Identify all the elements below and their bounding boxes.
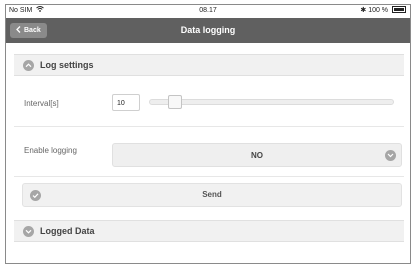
battery-percent: 100 % bbox=[368, 7, 389, 14]
bluetooth-icon: ✱ bbox=[360, 7, 367, 14]
logged-data-title: Logged Data bbox=[40, 226, 95, 236]
collapse-icon bbox=[23, 60, 34, 71]
expand-icon bbox=[23, 226, 34, 237]
enable-logging-value: NO bbox=[251, 151, 263, 160]
clock: 08.17 bbox=[199, 7, 217, 14]
divider bbox=[14, 126, 404, 127]
enable-logging-label: Enable logging bbox=[24, 146, 77, 155]
page-title: Data logging bbox=[180, 25, 236, 35]
navigation-bar: Back Data logging bbox=[6, 18, 410, 43]
battery-icon bbox=[392, 5, 406, 13]
status-bar: No SIM 08.17 ✱ 100 % bbox=[6, 5, 410, 17]
send-label: Send bbox=[202, 190, 222, 199]
chevron-down-icon bbox=[385, 150, 396, 161]
slider-thumb[interactable] bbox=[168, 95, 182, 109]
interval-slider[interactable] bbox=[149, 95, 394, 109]
interval-label: Interval[s] bbox=[24, 99, 59, 108]
divider bbox=[14, 176, 404, 177]
log-settings-panel: Interval[s] 10 Enable logging NO Send bbox=[14, 88, 404, 218]
send-button[interactable]: Send bbox=[22, 183, 402, 207]
log-settings-title: Log settings bbox=[40, 60, 94, 70]
enable-logging-select[interactable]: NO bbox=[112, 143, 402, 167]
interval-input[interactable]: 10 bbox=[112, 94, 140, 111]
log-settings-header[interactable]: Log settings bbox=[14, 54, 404, 76]
logged-data-header[interactable]: Logged Data bbox=[14, 220, 404, 242]
app-window: No SIM 08.17 ✱ 100 % Back Data logging L… bbox=[5, 4, 411, 264]
